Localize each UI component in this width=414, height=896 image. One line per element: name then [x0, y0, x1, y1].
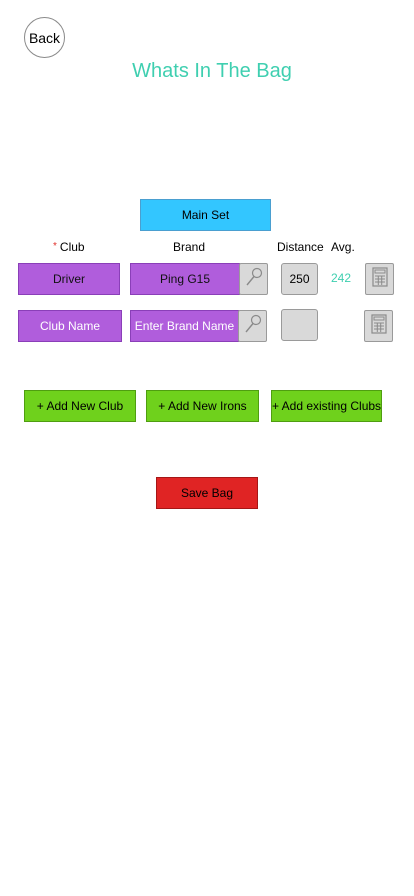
- club-field[interactable]: Club Name: [18, 310, 122, 342]
- brand-field[interactable]: Enter Brand Name: [130, 310, 239, 342]
- distance-field[interactable]: 250: [281, 263, 318, 295]
- club-column-label: Club: [59, 240, 85, 254]
- brand-field[interactable]: Ping G15: [130, 263, 240, 295]
- add-existing-clubs-button[interactable]: + Add existing Clubs: [271, 390, 382, 422]
- avg-value: 242: [331, 271, 352, 285]
- brand-search-button[interactable]: [238, 310, 267, 342]
- avg-column-header: Avg.: [331, 240, 355, 254]
- back-button[interactable]: Back: [24, 17, 65, 58]
- calculator-button[interactable]: [364, 310, 393, 342]
- page-title: Whats In The Bag: [132, 60, 292, 82]
- add-new-irons-button[interactable]: + Add New Irons: [146, 390, 259, 422]
- distance-column-header: Distance: [277, 240, 324, 254]
- search-icon: [243, 313, 263, 340]
- club-field[interactable]: Driver: [18, 263, 120, 295]
- add-new-club-button[interactable]: + Add New Club: [24, 390, 136, 422]
- brand-column-header: Brand: [173, 240, 206, 254]
- calculator-button[interactable]: [365, 263, 394, 295]
- club-column-header: * Club: [53, 240, 85, 254]
- search-icon: [244, 266, 264, 293]
- calculator-icon: [370, 313, 387, 339]
- main-set-button[interactable]: Main Set: [140, 199, 271, 231]
- distance-field[interactable]: [281, 309, 318, 341]
- required-marker: *: [53, 241, 57, 252]
- brand-search-button[interactable]: [239, 263, 268, 295]
- calculator-icon: [371, 266, 388, 292]
- save-bag-button[interactable]: Save Bag: [156, 477, 258, 509]
